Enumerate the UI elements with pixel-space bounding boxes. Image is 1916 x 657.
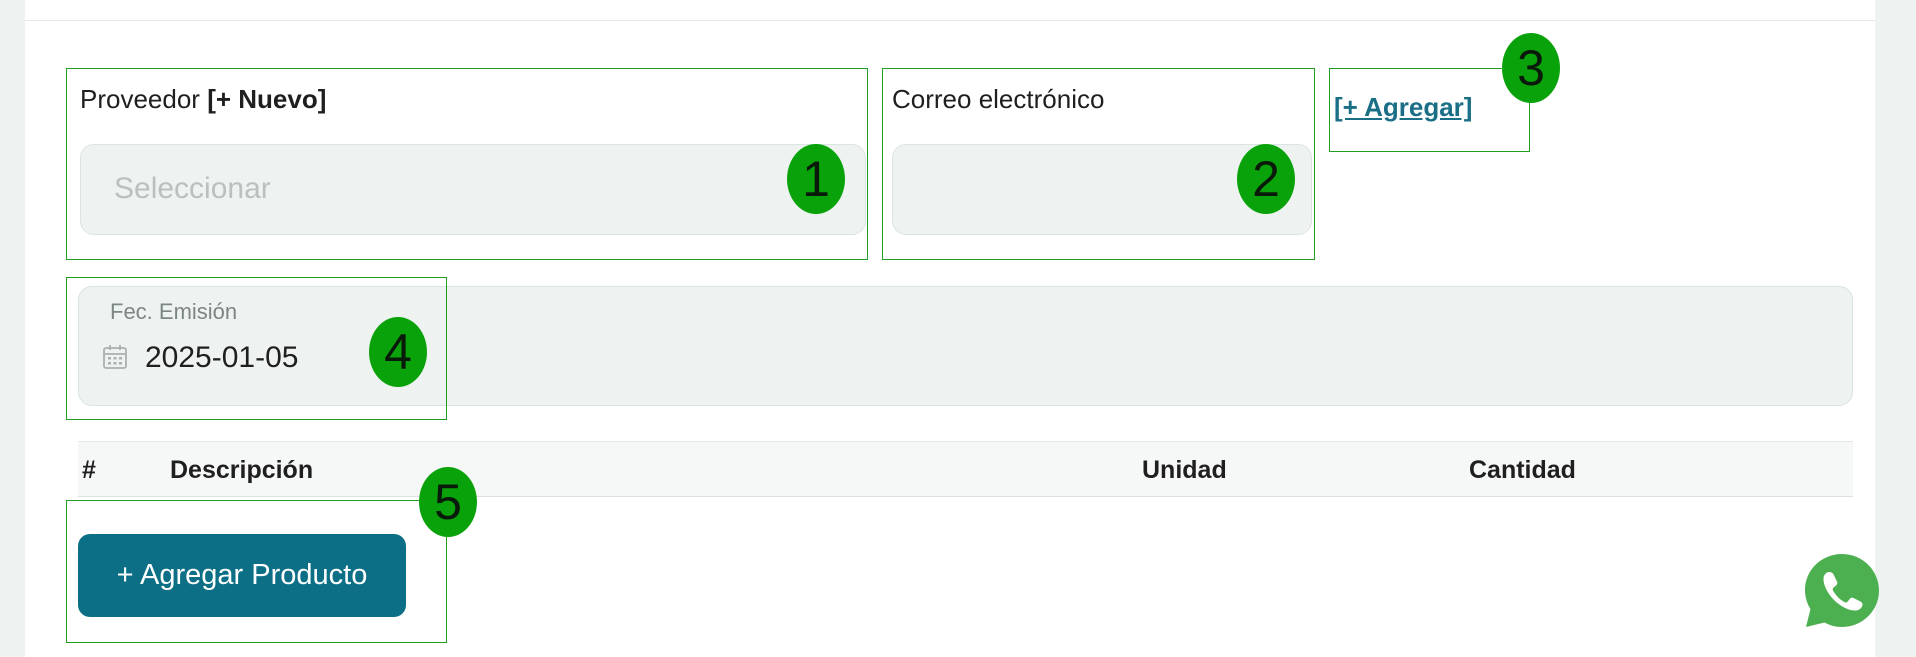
whatsapp-icon[interactable] bbox=[1802, 551, 1882, 631]
col-unidad-header: Unidad bbox=[1142, 456, 1227, 484]
annotation-badge-1: 1 bbox=[787, 144, 845, 214]
annotation-badge-2: 2 bbox=[1237, 144, 1295, 214]
col-descripcion-header: Descripción bbox=[170, 456, 314, 484]
col-cantidad-header: Cantidad bbox=[1469, 456, 1576, 484]
col-number-header: # bbox=[82, 456, 96, 484]
annotation-box-1 bbox=[66, 68, 868, 260]
annotation-badge-5: 5 bbox=[419, 467, 477, 537]
table-header: # Descripción Unidad Cantidad bbox=[78, 441, 1853, 497]
annotation-box-5 bbox=[66, 500, 447, 643]
top-divider bbox=[25, 20, 1875, 21]
annotation-box-3 bbox=[1329, 68, 1530, 152]
annotation-badge-4: 4 bbox=[369, 317, 427, 387]
annotation-badge-3: 3 bbox=[1502, 33, 1560, 103]
